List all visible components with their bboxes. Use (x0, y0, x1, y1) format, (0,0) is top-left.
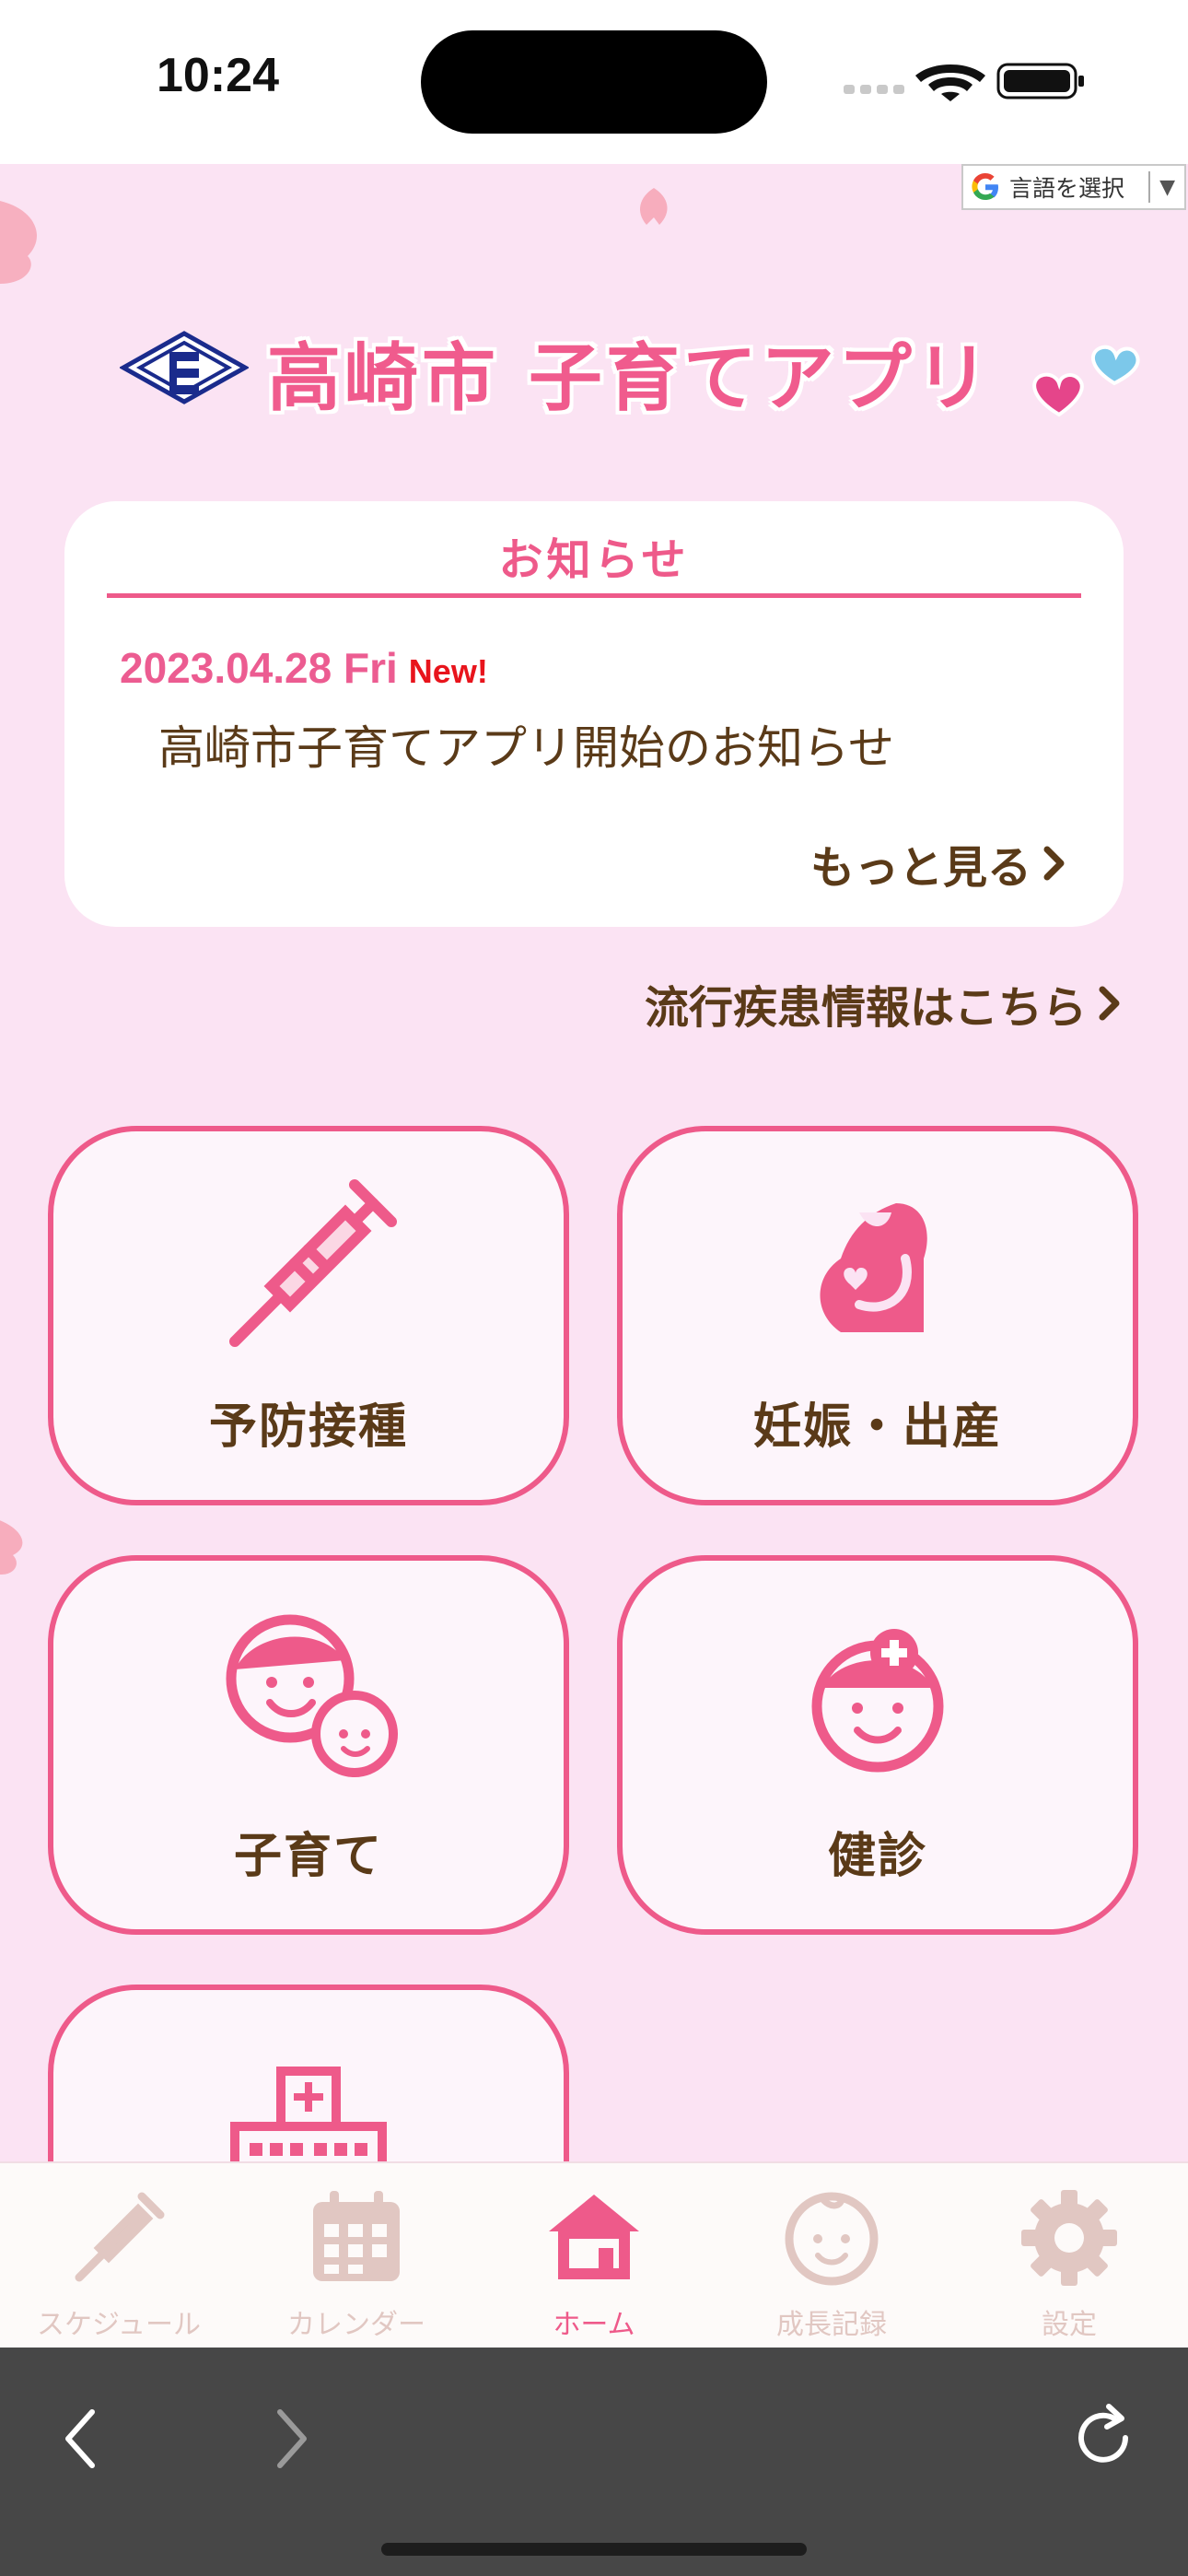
tile-hospital[interactable] (48, 1985, 569, 2161)
tab-label: カレンダー (287, 2309, 425, 2341)
tile-checkup[interactable]: 健診 (617, 1555, 1138, 1935)
tab-label: スケジュール (37, 2309, 201, 2341)
tile-label: 予防接種 (208, 1399, 408, 1455)
home-indicator (381, 2543, 807, 2556)
checkup-icon (811, 1629, 944, 1773)
tile-label: 妊娠・出産 (752, 1399, 1002, 1455)
back-button[interactable] (41, 2397, 123, 2480)
wifi-icon (915, 64, 985, 101)
tile-pregnancy[interactable]: 妊娠・出産 (617, 1126, 1138, 1505)
parent-child-icon (226, 1614, 398, 1777)
calendar-icon (313, 2191, 400, 2281)
divider (107, 593, 1081, 598)
app-title: 高崎市 子育てアプリ (267, 335, 993, 421)
more-link[interactable]: もっと見る (810, 831, 1066, 896)
new-badge: New! (408, 652, 488, 690)
cellular-signal-icon (844, 85, 904, 94)
sakura-petal-icon (0, 201, 37, 284)
syringe-icon (75, 2192, 165, 2282)
status-icons (844, 63, 1084, 101)
more-link-label: もっと見る (809, 842, 1031, 894)
notice-card: お知らせ 2023.04.28 Fri New! 高崎市子育てアプリ開始のお知らせ… (64, 501, 1124, 927)
notice-heading: お知らせ (498, 534, 690, 586)
epidemic-info-link[interactable]: 流行疾患情報はこちら (645, 971, 1122, 1036)
tab-growth-record[interactable]: 成長記録 (713, 2163, 950, 2349)
gear-icon (1021, 2190, 1117, 2286)
reload-button[interactable] (1065, 2397, 1147, 2480)
tab-home[interactable]: ホーム (475, 2163, 713, 2349)
notice-item-link[interactable]: 高崎市子育てアプリ開始のお知らせ (158, 711, 894, 778)
home-icon (549, 2195, 639, 2279)
tab-label: 設定 (1042, 2309, 1097, 2341)
tab-schedule[interactable]: スケジュール (0, 2163, 238, 2349)
sakura-petal-icon (640, 188, 668, 225)
tab-settings[interactable]: 設定 (950, 2163, 1188, 2349)
notice-date: 2023.04.28 Fri New! (120, 643, 488, 693)
bottom-tab-bar: スケジュール カレンダー ホーム 成長記録 設定 (0, 2161, 1188, 2348)
chevron-right-icon (1043, 846, 1065, 881)
status-bar: 10:24 (0, 0, 1188, 164)
epidemic-info-label: 流行疾患情報はこちら (644, 982, 1087, 1034)
pregnancy-icon (820, 1203, 927, 1332)
tile-vaccination[interactable]: 予防接種 (48, 1126, 569, 1505)
language-selector-label: 言語を選択 (1009, 175, 1125, 202)
tile-label: 健診 (827, 1829, 927, 1884)
divider (1148, 171, 1151, 203)
syringe-icon (229, 1179, 397, 1347)
hearts-icon (1032, 345, 1140, 417)
city-emblem-logo (120, 331, 249, 404)
app-header: 高崎市 子育てアプリ (120, 302, 1142, 422)
dropdown-arrow-icon: ▼ (1159, 175, 1175, 199)
notice-date-text: 2023.04.28 Fri (120, 644, 398, 692)
battery-icon (996, 63, 1084, 100)
tab-label: 成長記録 (776, 2309, 887, 2341)
baby-face-icon (785, 2192, 879, 2286)
browser-toolbar (0, 2348, 1188, 2576)
hospital-icon (230, 2067, 387, 2161)
tile-label: 子育て (233, 1829, 383, 1884)
google-g-icon (972, 173, 998, 200)
chevron-right-icon (1099, 986, 1120, 1021)
web-content: 言語を選択 ▼ 高崎市 子育てアプリ お知らせ 2023.04.28 Fri Ne… (0, 164, 1188, 2161)
tab-calendar[interactable]: カレンダー (238, 2163, 475, 2349)
forward-button[interactable] (249, 2397, 332, 2480)
language-selector[interactable]: 言語を選択 ▼ (961, 164, 1186, 210)
sakura-petal-icon (0, 1520, 23, 1575)
tab-label: ホーム (553, 2309, 635, 2341)
dynamic-island (421, 30, 767, 134)
tile-parenting[interactable]: 子育て (48, 1555, 569, 1935)
status-time: 10:24 (157, 49, 279, 102)
